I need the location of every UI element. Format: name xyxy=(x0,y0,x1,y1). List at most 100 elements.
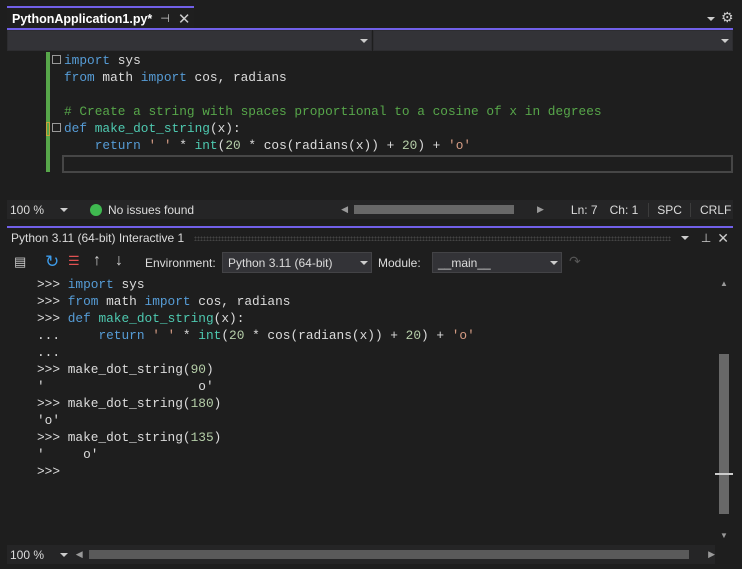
code-token: sys xyxy=(110,53,141,68)
code-line: ' o' xyxy=(37,378,475,395)
code-token: # Create a string with spaces proportion… xyxy=(64,104,602,119)
clear-icon[interactable]: ☰ xyxy=(68,253,80,269)
code-token: def xyxy=(64,121,88,136)
window-menu-dropdown[interactable] xyxy=(680,233,695,243)
horizontal-scrollbar-thumb[interactable] xyxy=(88,550,690,559)
code-token: def xyxy=(67,311,91,326)
repl-output[interactable]: >>> import sys >>> from math import cos, … xyxy=(7,276,715,545)
line-number[interactable]: Ln: 7 xyxy=(571,203,598,217)
horizontal-scrollbar-thumb[interactable] xyxy=(353,205,514,214)
pin-icon[interactable]: ⊥ xyxy=(701,231,711,245)
code-token: 20 xyxy=(225,138,241,153)
environment-label: Environment: xyxy=(145,256,216,270)
scroll-down-icon[interactable]: ▼ xyxy=(720,531,728,540)
code-line: >>> make_dot_string(135) xyxy=(37,429,475,446)
vertical-scrollbar-thumb[interactable] xyxy=(719,354,729,514)
code-line: # Create a string with spaces proportion… xyxy=(64,103,602,120)
code-token: ) + xyxy=(417,138,449,153)
vertical-scrollbar[interactable]: ▲ ▼ xyxy=(715,276,733,545)
scroll-right-icon[interactable]: ▶ xyxy=(537,204,544,215)
code-token: >>> xyxy=(37,294,68,309)
close-icon[interactable]: ✕ xyxy=(178,10,191,28)
toolwindow-header: Python 3.11 (64-bit) Interactive 1 ⊥ ✕ xyxy=(7,228,733,248)
code-token: ' o' xyxy=(37,379,214,394)
issues-status[interactable]: No issues found xyxy=(108,203,194,217)
history-down-icon[interactable]: ↓ xyxy=(115,252,123,270)
code-line: >>> from math import cos, radians xyxy=(37,293,475,310)
change-bar xyxy=(46,52,50,172)
code-token: import xyxy=(64,53,111,68)
code-token: 'o' xyxy=(451,328,475,343)
code-token: ' o' xyxy=(37,447,99,462)
code-token: 135 xyxy=(190,430,214,445)
code-token: cos, radians xyxy=(190,294,291,309)
code-token: (x): xyxy=(209,121,241,136)
tab-title: PythonApplication1.py* xyxy=(12,11,153,26)
code-token: ' ' xyxy=(152,328,176,343)
code-line: 'o' xyxy=(37,412,475,429)
code-token: ) xyxy=(213,430,222,445)
code-token: ) xyxy=(213,396,222,411)
module-select[interactable]: __main__ xyxy=(432,252,562,273)
scroll-left-icon[interactable]: ◀ xyxy=(341,204,348,215)
code-line: from math import cos, radians xyxy=(64,69,602,86)
code-token: ( xyxy=(221,328,230,343)
repl-lines: >>> import sys >>> from math import cos, … xyxy=(37,276,475,480)
code-lines: import sys from math import cos, radians #… xyxy=(64,52,602,171)
code-line: >>> import sys xyxy=(37,276,475,293)
code-token: from xyxy=(67,294,99,309)
history-up-icon[interactable]: ↑ xyxy=(93,252,101,270)
code-token: int xyxy=(198,328,222,343)
code-token: make_dot_string xyxy=(98,311,214,326)
zoom-level[interactable]: 100 % xyxy=(10,548,60,562)
document-tab[interactable]: PythonApplication1.py* ⊣ ✕ xyxy=(7,6,194,29)
code-token: return xyxy=(94,138,141,153)
code-token: 90 xyxy=(190,362,206,377)
code-token: * xyxy=(175,328,199,343)
code-token: import xyxy=(67,277,114,292)
gear-icon[interactable]: ⚙ xyxy=(721,9,734,26)
redo-icon[interactable]: ↷ xyxy=(569,253,581,270)
code-token: import xyxy=(140,70,187,85)
code-token: import xyxy=(144,294,191,309)
scroll-position-marker xyxy=(715,473,733,475)
check-circle-icon xyxy=(90,203,102,216)
close-icon[interactable]: ✕ xyxy=(717,230,729,247)
restart-icon[interactable]: ↻ xyxy=(45,252,59,272)
code-token: return xyxy=(98,328,145,343)
scroll-left-icon[interactable]: ◀ xyxy=(76,549,83,560)
code-line: def make_dot_string(x): xyxy=(64,120,602,137)
scroll-right-icon[interactable]: ▶ xyxy=(708,549,715,560)
code-line: >>> def make_dot_string(x): xyxy=(37,310,475,327)
class-dropdown[interactable] xyxy=(7,30,372,51)
code-token: 20 xyxy=(401,138,418,153)
code-token: * cos(radians(x)) + xyxy=(240,138,402,153)
code-token: 20 xyxy=(229,328,245,343)
environment-select[interactable]: Python 3.11 (64-bit) xyxy=(222,252,372,273)
code-token: 20 xyxy=(405,328,422,343)
code-token: >>> make_dot_string( xyxy=(37,430,191,445)
collapse-icon[interactable] xyxy=(52,55,61,64)
zoom-level[interactable]: 100 % xyxy=(10,203,60,217)
code-token: make_dot_string xyxy=(94,121,210,136)
code-line: ' o' xyxy=(37,446,475,463)
reset-window-icon[interactable]: ▤ xyxy=(14,254,26,270)
member-dropdown[interactable] xyxy=(373,30,733,51)
pin-icon[interactable]: ⊣ xyxy=(160,12,170,25)
code-editor[interactable]: import sys from math import cos, radians #… xyxy=(7,52,733,200)
code-line: >>> xyxy=(37,463,475,480)
code-line: ... xyxy=(37,344,475,361)
interactive-toolbar: ▤ ↻ ☰ ↑ ↓ Environment: Python 3.11 (64-b… xyxy=(7,252,733,275)
zoom-dropdown[interactable] xyxy=(59,550,76,560)
zoom-dropdown[interactable] xyxy=(60,205,80,215)
collapse-icon[interactable] xyxy=(52,123,61,132)
code-line: >>> make_dot_string(90) xyxy=(37,361,475,378)
scroll-up-icon[interactable]: ▲ xyxy=(720,279,728,288)
char-number[interactable]: Ch: 1 xyxy=(610,203,639,217)
code-token: >>> xyxy=(37,311,68,326)
line-ending[interactable]: CRLF xyxy=(689,202,731,217)
edit-marker xyxy=(46,122,50,136)
repl-status-bar: 100 % ◀ ▶ xyxy=(7,545,715,564)
indent-mode[interactable]: SPC xyxy=(648,202,690,217)
